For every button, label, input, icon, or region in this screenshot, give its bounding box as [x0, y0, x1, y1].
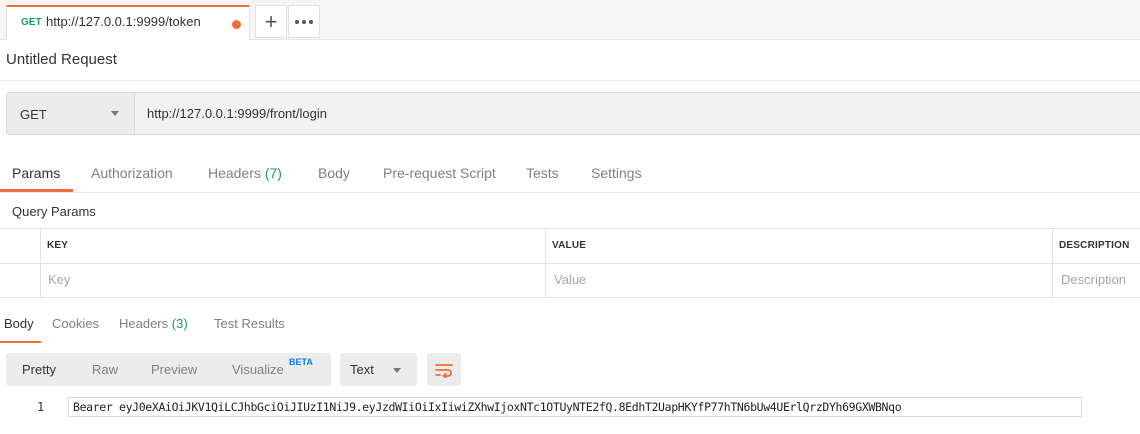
- new-tab-button[interactable]: +: [255, 5, 287, 38]
- pretty-button[interactable]: Pretty: [22, 362, 56, 377]
- divider: [0, 80, 1140, 81]
- query-params-table: KEY VALUE DESCRIPTION Key Value Descript…: [0, 228, 1140, 298]
- visualize-label: Visualize: [232, 362, 284, 377]
- response-body-line: 1 Bearer eyJ0eXAiOiJKV1QiLCJhbGciOiJIUzI…: [0, 397, 1140, 417]
- tab-method-label: GET: [21, 17, 42, 28]
- tab-params[interactable]: Params: [12, 165, 60, 181]
- row-divider: [0, 263, 1140, 264]
- method-select[interactable]: GET: [7, 93, 135, 134]
- value-input[interactable]: Value: [554, 272, 586, 287]
- request-tab-bar: GET http://127.0.0.1:9999/token +: [0, 0, 1140, 40]
- format-label: Text: [350, 362, 374, 377]
- tab-url-label: http://127.0.0.1:9999/token: [46, 14, 201, 29]
- active-response-tab-indicator: [0, 341, 41, 343]
- visualize-button[interactable]: Visualize BETA: [232, 357, 313, 377]
- request-tab[interactable]: GET http://127.0.0.1:9999/token: [6, 5, 250, 40]
- line-number: 1: [37, 400, 45, 414]
- active-tab-indicator: [0, 189, 73, 192]
- chevron-down-icon: [111, 111, 119, 116]
- raw-button[interactable]: Raw: [92, 362, 118, 377]
- request-title[interactable]: Untitled Request: [6, 51, 117, 68]
- more-horizontal-icon: [295, 19, 313, 24]
- plus-icon: +: [264, 8, 278, 34]
- tab-headers[interactable]: Headers (7): [208, 165, 282, 181]
- view-mode-group: Pretty Raw Preview Visualize BETA: [6, 353, 331, 386]
- response-tab-test-results[interactable]: Test Results: [214, 316, 285, 331]
- response-tab-body[interactable]: Body: [4, 316, 34, 331]
- query-params-heading: Query Params: [12, 204, 96, 219]
- tab-body[interactable]: Body: [318, 165, 350, 181]
- url-input[interactable]: http://127.0.0.1:9999/front/login: [147, 106, 327, 121]
- tab-actions-button[interactable]: [288, 5, 320, 38]
- response-headers-label: Headers: [119, 316, 169, 331]
- description-input[interactable]: Description: [1061, 272, 1126, 287]
- headers-count-badge: (7): [264, 165, 282, 181]
- response-body-text[interactable]: Bearer eyJ0eXAiOiJKV1QiLCJhbGciOiJIUzI1N…: [73, 400, 902, 414]
- method-label: GET: [20, 107, 47, 122]
- unsaved-changes-dot-icon[interactable]: [232, 20, 241, 29]
- wrap-lines-icon: [435, 363, 453, 378]
- tab-settings[interactable]: Settings: [591, 165, 642, 181]
- tab-pre-request-script[interactable]: Pre-request Script: [383, 165, 496, 181]
- tab-tests[interactable]: Tests: [526, 165, 559, 181]
- response-tab-headers[interactable]: Headers (3): [119, 316, 188, 331]
- key-input[interactable]: Key: [48, 272, 70, 287]
- tab-headers-label: Headers: [208, 165, 261, 181]
- chevron-down-icon: [393, 368, 401, 373]
- column-divider: [545, 229, 546, 298]
- column-header-value: VALUE: [552, 240, 587, 251]
- column-header-key: KEY: [47, 240, 69, 251]
- column-header-description: DESCRIPTION: [1059, 240, 1130, 251]
- tab-authorization[interactable]: Authorization: [91, 165, 173, 181]
- format-select[interactable]: Text: [340, 353, 417, 386]
- wrap-lines-button[interactable]: [427, 353, 461, 386]
- column-divider: [1052, 229, 1053, 298]
- response-tab-cookies[interactable]: Cookies: [52, 316, 99, 331]
- beta-badge: BETA: [289, 357, 313, 367]
- preview-button[interactable]: Preview: [151, 362, 197, 377]
- response-headers-count-badge: (3): [171, 316, 188, 331]
- request-tabs: Params Authorization Headers (7) Body Pr…: [0, 155, 1140, 193]
- column-divider: [40, 229, 41, 298]
- url-bar: GET http://127.0.0.1:9999/front/login: [6, 92, 1140, 135]
